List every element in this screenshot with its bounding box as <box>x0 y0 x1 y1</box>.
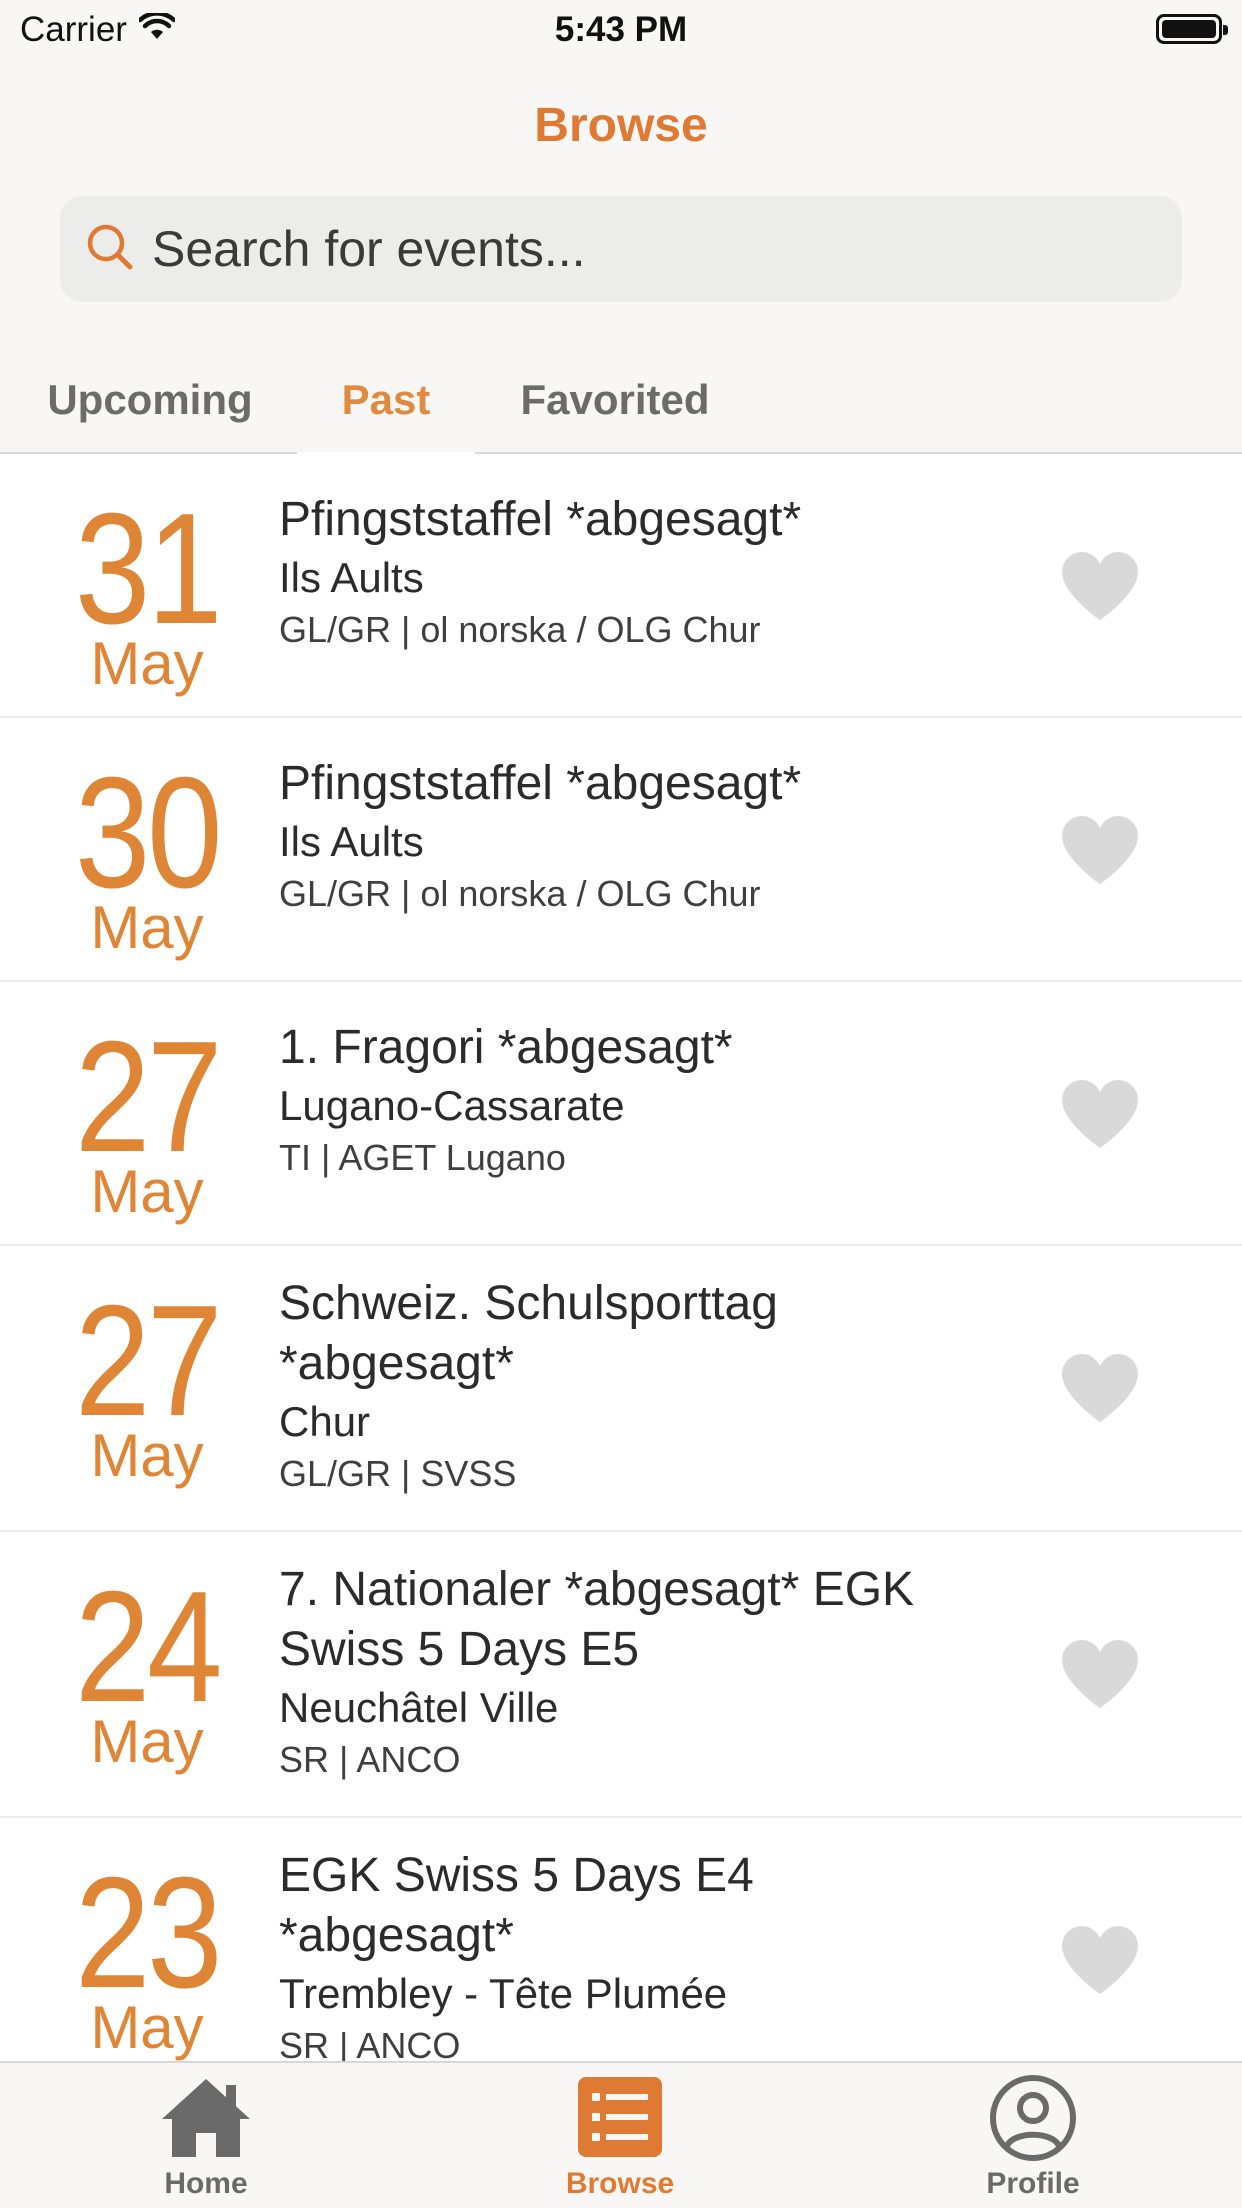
event-club: GL/GR | SVSS <box>279 1453 517 1494</box>
event-title: Pfingststaffel *abgesagt* <box>279 757 802 810</box>
event-day: 27 <box>74 1273 223 1449</box>
list-icon <box>520 2073 720 2163</box>
event-date: 27 May <box>62 1282 232 1486</box>
event-date: 31 May <box>62 490 232 694</box>
profile-icon <box>933 2073 1133 2163</box>
status-bar: Carrier 5:43 PM <box>0 0 1242 60</box>
event-info: Pfingststaffel *abgesagt* Ils Aults GL/G… <box>279 490 979 654</box>
event-row[interactable]: 27 May 1. Fragori *abgesagt* Lugano-Cass… <box>0 982 1242 1246</box>
event-location: Ils Aults <box>279 818 424 865</box>
favorite-heart-icon[interactable] <box>1060 550 1140 622</box>
event-row[interactable]: 24 May 7. Nationaler *abgesagt* EGK Swis… <box>0 1532 1242 1818</box>
tab-bar-profile[interactable]: Profile <box>933 2073 1133 2201</box>
event-row[interactable]: 23 May EGK Swiss 5 Days E4 *abgesagt* Tr… <box>0 1818 1242 2061</box>
search-icon <box>82 219 138 280</box>
search-bar[interactable] <box>60 196 1182 302</box>
event-row[interactable]: 30 May Pfingststaffel *abgesagt* Ils Aul… <box>0 718 1242 982</box>
event-club: SR | ANCO <box>279 2025 461 2061</box>
favorite-heart-icon[interactable] <box>1060 1638 1140 1710</box>
event-day: 31 <box>74 481 223 657</box>
event-list[interactable]: 31 May Pfingststaffel *abgesagt* Ils Aul… <box>0 454 1242 2061</box>
event-date: 27 May <box>62 1018 232 1222</box>
tab-bar-browse[interactable]: Browse <box>520 2073 720 2201</box>
event-club: SR | ANCO <box>279 1739 461 1780</box>
event-title: Pfingststaffel *abgesagt* <box>279 493 802 546</box>
tab-bar-home[interactable]: Home <box>106 2073 306 2201</box>
event-day: 23 <box>74 1845 223 2021</box>
event-location: Ils Aults <box>279 554 424 601</box>
tab-upcoming[interactable]: Upcoming <box>30 370 270 454</box>
event-title: 1. Fragori *abgesagt* <box>279 1021 733 1074</box>
search-input[interactable] <box>152 220 1152 278</box>
event-club: TI | AGET Lugano <box>279 1137 566 1178</box>
favorite-heart-icon[interactable] <box>1060 814 1140 886</box>
tab-bar-label: Profile <box>986 2167 1080 2200</box>
tab-bar-label: Browse <box>565 2167 675 2200</box>
favorite-heart-icon[interactable] <box>1060 1078 1140 1150</box>
event-day: 27 <box>74 1009 223 1185</box>
battery-icon <box>1156 14 1228 44</box>
event-club: GL/GR | ol norska / OLG Chur <box>279 609 761 650</box>
bottom-tab-bar: Home Browse Profile <box>0 2061 1242 2208</box>
event-location: Trembley - Tête Plumée <box>279 1970 728 2017</box>
tab-past[interactable]: Past <box>297 370 475 456</box>
event-club: GL/GR | ol norska / OLG Chur <box>279 873 761 914</box>
event-title: 7. Nationaler *abgesagt* EGK Swiss 5 Day… <box>279 1563 915 1676</box>
favorite-heart-icon[interactable] <box>1060 1924 1140 1996</box>
event-title: Schweiz. Schulsporttag *abgesagt* <box>279 1277 778 1390</box>
event-title: EGK Swiss 5 Days E4 *abgesagt* <box>279 1849 754 1962</box>
home-icon <box>106 2073 306 2163</box>
event-location: Lugano-Cassarate <box>279 1082 625 1129</box>
event-location: Chur <box>279 1398 371 1445</box>
tab-favorited[interactable]: Favorited <box>500 370 730 454</box>
event-info: Schweiz. Schulsporttag *abgesagt* Chur G… <box>279 1274 979 1498</box>
event-info: 7. Nationaler *abgesagt* EGK Swiss 5 Day… <box>279 1560 979 1784</box>
event-date: 30 May <box>62 754 232 958</box>
tab-bar-label: Home <box>164 2167 248 2200</box>
event-location: Neuchâtel Ville <box>279 1684 559 1731</box>
event-info: EGK Swiss 5 Days E4 *abgesagt* Trembley … <box>279 1846 979 2061</box>
event-row[interactable]: 31 May Pfingststaffel *abgesagt* Ils Aul… <box>0 454 1242 718</box>
event-day: 24 <box>74 1559 223 1735</box>
event-info: Pfingststaffel *abgesagt* Ils Aults GL/G… <box>279 754 979 918</box>
event-date: 24 May <box>62 1568 232 1772</box>
status-time: 5:43 PM <box>554 10 688 49</box>
event-date: 23 May <box>62 1854 232 2058</box>
event-info: 1. Fragori *abgesagt* Lugano-Cassarate T… <box>279 1018 979 1182</box>
event-row[interactable]: 27 May Schweiz. Schulsporttag *abgesagt*… <box>0 1246 1242 1532</box>
segment-tabs: Upcoming Past Favorited <box>0 370 1242 456</box>
event-day: 30 <box>74 745 223 921</box>
page-title: Browse <box>534 99 708 152</box>
favorite-heart-icon[interactable] <box>1060 1352 1140 1424</box>
